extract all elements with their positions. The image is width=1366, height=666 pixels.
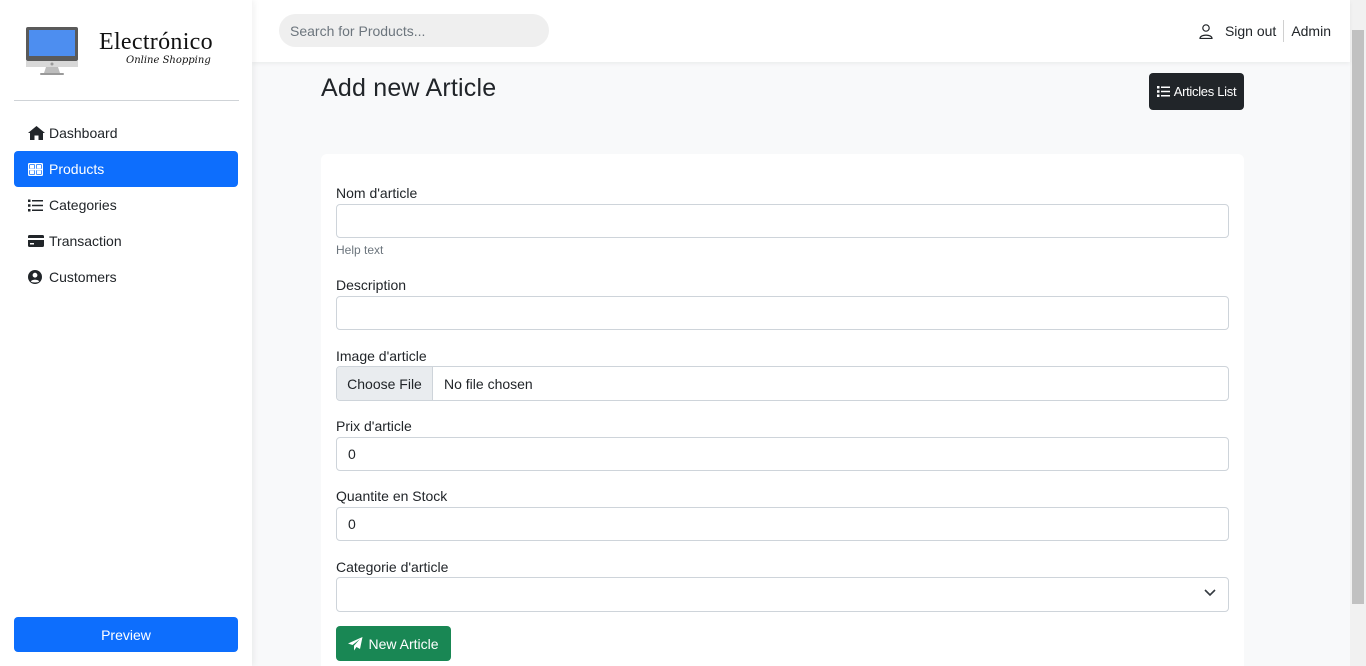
paper-plane-icon: [348, 636, 363, 650]
image-file-input[interactable]: Choose File No file chosen: [336, 366, 1229, 401]
stock-label: Quantite en Stock: [336, 488, 448, 504]
page-scrollbar[interactable]: [1350, 0, 1366, 666]
sidebar-item-label: Products: [49, 161, 105, 177]
sidebar-item-categories[interactable]: Categories: [14, 187, 238, 223]
name-help-text: Help text: [336, 243, 384, 257]
brand-tagline: Online Shopping: [126, 55, 211, 66]
description-input[interactable]: [336, 296, 1229, 330]
name-input[interactable]: [336, 204, 1229, 238]
brand-name: Electrónico: [99, 29, 213, 55]
page-title: Add new Article: [321, 74, 497, 102]
topbar: Sign out Admin: [252, 0, 1350, 62]
name-label: Nom d'article: [336, 185, 418, 201]
brand-logo[interactable]: Electrónico Online Shopping: [14, 0, 239, 101]
new-article-button[interactable]: New Article: [336, 626, 451, 661]
sidebar-nav: Dashboard Products Categories Transactio…: [14, 115, 238, 295]
articles-list-label: Articles List: [1173, 84, 1237, 99]
new-article-label: New Article: [368, 635, 439, 652]
sidebar-item-label: Categories: [49, 197, 117, 213]
sidebar-item-label: Customers: [49, 269, 117, 285]
choose-file-button[interactable]: Choose File: [337, 367, 433, 400]
sidebar: Electrónico Online Shopping Dashboard Pr…: [0, 0, 252, 666]
home-icon: [28, 126, 46, 140]
chevron-down-icon: [1204, 589, 1216, 597]
user-name[interactable]: Admin: [1291, 23, 1331, 39]
articles-list-button[interactable]: Articles List: [1149, 73, 1244, 110]
monitor-icon: [26, 27, 78, 75]
category-label: Categorie d'article: [336, 559, 449, 575]
list-icon: [1156, 86, 1170, 97]
image-label: Image d'article: [336, 348, 427, 364]
user-area: Sign out Admin: [1199, 20, 1331, 42]
sidebar-item-label: Dashboard: [49, 125, 118, 141]
stock-input[interactable]: 0: [336, 507, 1229, 541]
grid-icon: [28, 162, 46, 176]
no-file-text: No file chosen: [444, 375, 533, 392]
preview-button[interactable]: Preview: [14, 617, 238, 652]
sidebar-item-products[interactable]: Products: [14, 151, 238, 187]
sidebar-item-label: Transaction: [49, 233, 122, 249]
user-circle-icon: [28, 270, 46, 284]
price-input[interactable]: 0: [336, 437, 1229, 471]
description-label: Description: [336, 277, 407, 293]
sign-out-link[interactable]: Sign out: [1225, 23, 1276, 39]
scrollbar-thumb[interactable]: [1352, 30, 1364, 604]
divider: [1283, 20, 1285, 42]
list-icon: [28, 198, 46, 212]
search-input[interactable]: [279, 14, 549, 47]
category-select[interactable]: [336, 577, 1229, 612]
user-icon: [1199, 23, 1213, 39]
sidebar-item-customers[interactable]: Customers: [14, 259, 238, 295]
sidebar-item-dashboard[interactable]: Dashboard: [14, 115, 238, 151]
sidebar-item-transaction[interactable]: Transaction: [14, 223, 238, 259]
credit-card-icon: [28, 234, 46, 248]
price-label: Prix d'article: [336, 418, 412, 434]
article-form: Nom d'article Help text Description Imag…: [321, 154, 1244, 666]
